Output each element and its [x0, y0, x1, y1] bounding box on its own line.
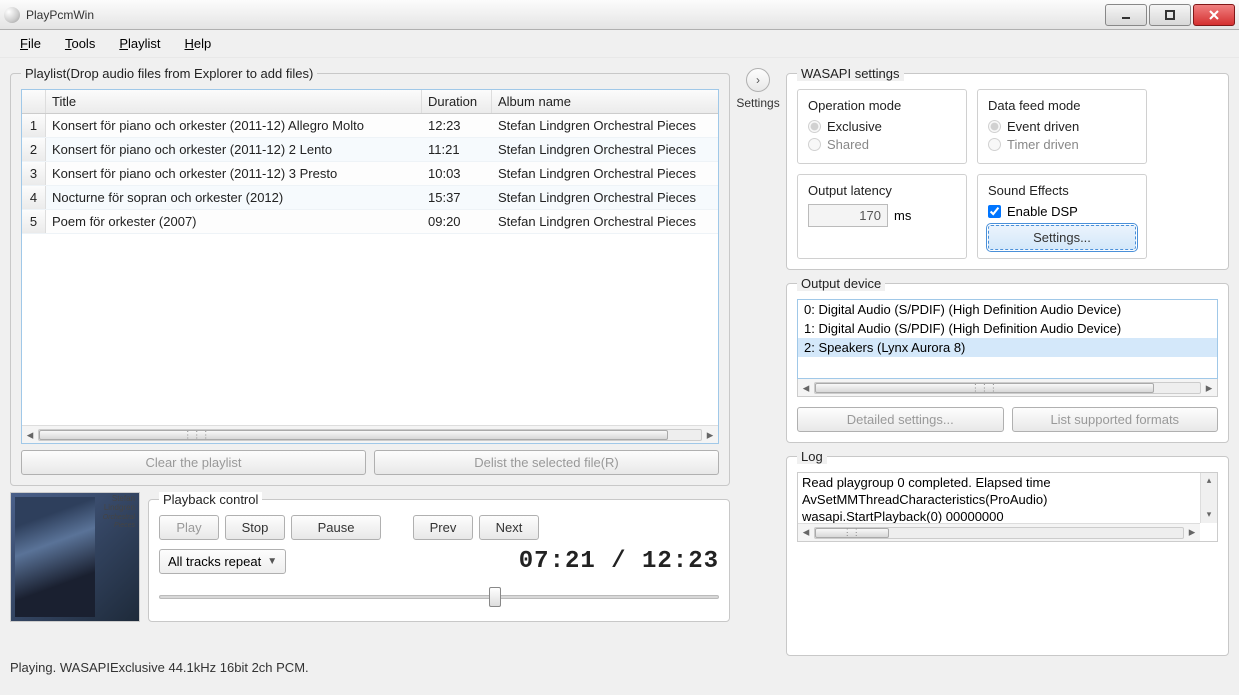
device-item[interactable]: 1: Digital Audio (S/PDIF) (High Definiti…	[798, 319, 1217, 338]
scroll-left-icon[interactable]: ◂	[22, 427, 38, 443]
delist-file-button[interactable]: Delist the selected file(R)	[374, 450, 719, 475]
time-display: 07:21 / 12:23	[519, 548, 719, 575]
stop-button[interactable]: Stop	[225, 515, 285, 540]
play-button[interactable]: Play	[159, 515, 219, 540]
playback-legend: Playback control	[159, 492, 262, 507]
device-hscroll[interactable]: ◂ ⋮⋮⋮ ▸	[797, 379, 1218, 397]
output-device-legend: Output device	[797, 276, 885, 291]
radio-timer[interactable]: Timer driven	[988, 137, 1136, 152]
radio-shared[interactable]: Shared	[808, 137, 956, 152]
opmode-group: Operation mode Exclusive Shared	[797, 89, 967, 164]
table-row[interactable]: 4Nocturne för sopran och orkester (2012)…	[22, 186, 718, 210]
device-list[interactable]: 0: Digital Audio (S/PDIF) (High Definiti…	[797, 299, 1218, 379]
window-title: PlayPcmWin	[26, 8, 1105, 22]
playlist-group: Playlist(Drop audio files from Explorer …	[10, 66, 730, 486]
scroll-right-icon[interactable]: ▸	[1201, 380, 1217, 396]
menubar: File Tools Playlist Help	[0, 30, 1239, 58]
scroll-left-icon[interactable]: ◂	[798, 380, 814, 396]
wasapi-group: WASAPI settings Operation mode Exclusive…	[786, 66, 1229, 270]
playlist-legend: Playlist(Drop audio files from Explorer …	[21, 66, 317, 81]
app-icon	[4, 7, 20, 23]
col-duration[interactable]: Duration	[422, 90, 492, 113]
repeat-label: All tracks repeat	[168, 554, 261, 569]
album-art: StefanLindgrenOrchestralPieces	[10, 492, 140, 622]
device-item[interactable]: 2: Speakers (Lynx Aurora 8)	[798, 338, 1217, 357]
table-header: Title Duration Album name	[22, 90, 718, 114]
detailed-settings-button[interactable]: Detailed settings...	[797, 407, 1004, 432]
fx-group: Sound Effects Enable DSP Settings...	[977, 174, 1147, 259]
menu-file[interactable]: File	[8, 32, 53, 55]
col-album[interactable]: Album name	[492, 90, 718, 113]
menu-help[interactable]: Help	[173, 32, 224, 55]
status-bar: Playing. WASAPIExclusive 44.1kHz 16bit 2…	[0, 656, 1239, 682]
table-row[interactable]: 3Konsert för piano och orkester (2011-12…	[22, 162, 718, 186]
radio-event[interactable]: Event driven	[988, 119, 1136, 134]
playlist-hscroll[interactable]: ◂ ⋮⋮⋮ ▸	[22, 425, 718, 443]
menu-playlist[interactable]: Playlist	[107, 32, 172, 55]
pause-button[interactable]: Pause	[291, 515, 381, 540]
log-legend: Log	[797, 449, 827, 464]
log-vscroll[interactable]: ▴▾	[1200, 473, 1217, 523]
table-row[interactable]: 1Konsert för piano och orkester (2011-12…	[22, 114, 718, 138]
output-device-group: Output device 0: Digital Audio (S/PDIF) …	[786, 276, 1229, 443]
wasapi-legend: WASAPI settings	[797, 66, 904, 81]
chevron-down-icon: ▼	[267, 556, 277, 567]
prev-button[interactable]: Prev	[413, 515, 473, 540]
album-art-text: StefanLindgrenOrchestralPieces	[103, 495, 135, 530]
radio-exclusive[interactable]: Exclusive	[808, 119, 956, 134]
list-formats-button[interactable]: List supported formats	[1012, 407, 1219, 432]
repeat-dropdown[interactable]: All tracks repeat ▼	[159, 549, 286, 574]
maximize-button[interactable]	[1149, 4, 1191, 26]
table-row[interactable]: 5Poem för orkester (2007)09:20Stefan Lin…	[22, 210, 718, 234]
chevron-right-icon[interactable]: ›	[746, 68, 770, 92]
table-row[interactable]: 2Konsert för piano och orkester (2011-12…	[22, 138, 718, 162]
enable-dsp-checkbox[interactable]: Enable DSP	[988, 204, 1136, 219]
log-group: Log Read playgroup 0 completed. Elapsed …	[786, 449, 1229, 656]
feedmode-group: Data feed mode Event driven Timer driven	[977, 89, 1147, 164]
log-line: AvSetMMThreadCharacteristics(ProAudio)	[802, 492, 1213, 509]
minimize-button[interactable]	[1105, 4, 1147, 26]
col-title[interactable]: Title	[46, 90, 422, 113]
seek-slider[interactable]	[159, 587, 719, 607]
next-button[interactable]: Next	[479, 515, 539, 540]
latency-group: Output latency ms	[797, 174, 967, 259]
latency-input[interactable]	[808, 204, 888, 227]
log-hscroll[interactable]: ◂ ⋮⋮ ▸	[798, 523, 1200, 541]
clear-playlist-button[interactable]: Clear the playlist	[21, 450, 366, 475]
scroll-right-icon[interactable]: ▸	[702, 427, 718, 443]
log-line: Read playgroup 0 completed. Elapsed time	[802, 475, 1213, 492]
menu-tools[interactable]: Tools	[53, 32, 107, 55]
log-textarea[interactable]: Read playgroup 0 completed. Elapsed time…	[797, 472, 1218, 542]
close-button[interactable]	[1193, 4, 1235, 26]
device-item[interactable]: 0: Digital Audio (S/PDIF) (High Definiti…	[798, 300, 1217, 319]
playlist-table[interactable]: Title Duration Album name 1Konsert för p…	[21, 89, 719, 444]
fx-settings-button[interactable]: Settings...	[988, 225, 1136, 250]
titlebar: PlayPcmWin	[0, 0, 1239, 30]
playback-group: Playback control Play Stop Pause Prev Ne…	[148, 492, 730, 622]
settings-toggle[interactable]: › Settings	[738, 66, 778, 656]
